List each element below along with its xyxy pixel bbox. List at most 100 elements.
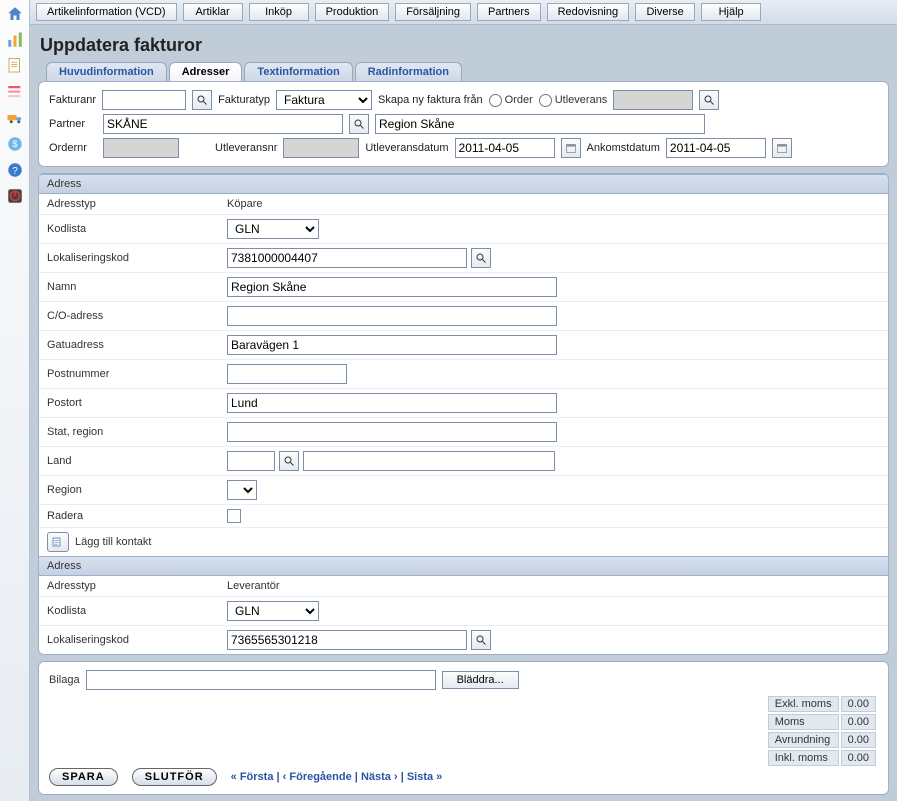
fakturatyp-select[interactable]: Faktura — [276, 90, 372, 110]
adr1-header: Adress — [39, 174, 888, 194]
truck-icon[interactable] — [4, 107, 26, 129]
adr1-co-input[interactable] — [227, 306, 557, 326]
menu-artiklar[interactable]: Artiklar — [183, 3, 243, 21]
adr2-lok-label: Lokaliseringskod — [47, 634, 227, 646]
menu-forsaljning[interactable]: Försäljning — [395, 3, 471, 21]
adr1-land-code-input[interactable] — [227, 451, 275, 471]
menu-artikelinfo[interactable]: Artikelinformation (VCD) — [36, 3, 177, 21]
add-contact-label: Lägg till kontakt — [75, 536, 151, 548]
ankdatum-label: Ankomstdatum — [587, 142, 660, 154]
currency-icon[interactable]: $ — [4, 133, 26, 155]
adr1-lok-label: Lokaliseringskod — [47, 252, 227, 264]
skapa-order-radio[interactable] — [489, 94, 502, 107]
skapa-utl-radio[interactable] — [539, 94, 552, 107]
menu-inkop[interactable]: Inköp — [249, 3, 309, 21]
adr1-typ-label: Adresstyp — [47, 198, 227, 210]
skapa-order-label: Order — [505, 94, 533, 106]
pager-prev[interactable]: ‹ Föregående — [283, 771, 352, 783]
sidebar-nav: $ ? — [0, 0, 30, 801]
ankdatum-calendar-icon[interactable] — [772, 138, 792, 158]
menu-diverse[interactable]: Diverse — [635, 3, 695, 21]
tab-huvudinformation[interactable]: Huvudinformation — [46, 62, 167, 81]
svg-text:?: ? — [12, 166, 18, 177]
adr1-land-name-input[interactable] — [303, 451, 555, 471]
adr1-lok-input[interactable] — [227, 248, 467, 268]
fakturatyp-label: Fakturatyp — [218, 94, 270, 106]
adr1-land-search-icon[interactable] — [279, 451, 299, 471]
finish-button[interactable]: SLUTFÖR — [132, 768, 217, 786]
total-exkl-label: Exkl. moms — [768, 696, 839, 712]
home-icon[interactable] — [4, 3, 26, 25]
adr1-kodlista-select[interactable]: GLN — [227, 219, 319, 239]
list-icon[interactable] — [4, 81, 26, 103]
adr1-stat-input[interactable] — [227, 422, 557, 442]
fakturanr-input[interactable] — [102, 90, 186, 110]
tab-adresser[interactable]: Adresser — [169, 62, 243, 81]
pager-next[interactable]: Nästa › — [361, 771, 398, 783]
skapa-label: Skapa ny faktura från — [378, 94, 483, 106]
adr1-postnr-label: Postnummer — [47, 368, 227, 380]
skapa-search-icon[interactable] — [699, 90, 719, 110]
save-button[interactable]: SPARA — [49, 768, 118, 786]
fakturanr-search-icon[interactable] — [192, 90, 212, 110]
menu-redovisning[interactable]: Redovisning — [547, 3, 630, 21]
pager: « Första | ‹ Föregående | Nästa › | Sist… — [231, 771, 443, 783]
total-avr-label: Avrundning — [768, 732, 839, 748]
footer-panel: Bilaga Bläddra... Exkl. moms0.00 Moms0.0… — [38, 661, 889, 795]
tab-radinformation[interactable]: Radinformation — [355, 62, 462, 81]
pager-first[interactable]: « Första — [231, 771, 274, 783]
adr1-postnr-input[interactable] — [227, 364, 347, 384]
adr1-namn-label: Namn — [47, 281, 227, 293]
tab-textinformation[interactable]: Textinformation — [244, 62, 352, 81]
bilaga-label: Bilaga — [49, 674, 80, 686]
adr1-stat-label: Stat, region — [47, 426, 227, 438]
adr1-lok-search-icon[interactable] — [471, 248, 491, 268]
menu-hjalp[interactable]: Hjälp — [701, 3, 761, 21]
skapa-ref-input — [613, 90, 693, 110]
pager-last[interactable]: Sista » — [407, 771, 442, 783]
utlnr-input — [283, 138, 359, 158]
header-panel: Fakturanr Fakturatyp Faktura Skapa ny fa… — [38, 81, 889, 167]
adr1-radera-label: Radera — [47, 510, 227, 522]
tabbar: Huvudinformation Adresser Textinformatio… — [46, 62, 889, 81]
adr1-postort-input[interactable] — [227, 393, 557, 413]
ordernr-input — [103, 138, 179, 158]
partner-name-input[interactable] — [375, 114, 705, 134]
utlnr-label: Utleveransnr — [215, 142, 277, 154]
browse-button[interactable]: Bläddra... — [442, 671, 519, 689]
total-moms-label: Moms — [768, 714, 839, 730]
add-contact-button[interactable] — [47, 532, 69, 552]
top-menu: Artikelinformation (VCD) Artiklar Inköp … — [30, 0, 897, 25]
menu-partners[interactable]: Partners — [477, 3, 541, 21]
total-exkl-value: 0.00 — [841, 696, 876, 712]
adr1-typ-value: Köpare — [227, 198, 880, 210]
adr1-region-select[interactable] — [227, 480, 257, 500]
adr1-radera-checkbox[interactable] — [227, 509, 241, 523]
menu-produktion[interactable]: Produktion — [315, 3, 390, 21]
totals-box: Exkl. moms0.00 Moms0.00 Avrundning0.00 I… — [766, 694, 878, 768]
adr1-gatu-input[interactable] — [227, 335, 557, 355]
address-scroll-panel[interactable]: Adress AdresstypKöpare KodlistaGLN Lokal… — [38, 173, 889, 655]
partner-label: Partner — [49, 118, 97, 130]
chart-bar-icon[interactable] — [4, 29, 26, 51]
bilaga-input[interactable] — [86, 670, 436, 690]
adr2-kodlista-label: Kodlista — [47, 605, 227, 617]
adr2-lok-search-icon[interactable] — [471, 630, 491, 650]
document-icon[interactable] — [4, 55, 26, 77]
help-icon[interactable]: ? — [4, 159, 26, 181]
utldatum-calendar-icon[interactable] — [561, 138, 581, 158]
ankdatum-input[interactable] — [666, 138, 766, 158]
adr2-lok-input[interactable] — [227, 630, 467, 650]
utldatum-input[interactable] — [455, 138, 555, 158]
adr1-namn-input[interactable] — [227, 277, 557, 297]
partner-search-icon[interactable] — [349, 114, 369, 134]
partner-code-input[interactable] — [103, 114, 343, 134]
utldatum-label: Utleveransdatum — [365, 142, 448, 154]
adr2-kodlista-select[interactable]: GLN — [227, 601, 319, 621]
power-icon[interactable] — [4, 185, 26, 207]
adr1-gatu-label: Gatuadress — [47, 339, 227, 351]
total-inkl-value: 0.00 — [841, 750, 876, 766]
adr1-co-label: C/O-adress — [47, 310, 227, 322]
ordernr-label: Ordernr — [49, 142, 97, 154]
adr1-kodlista-label: Kodlista — [47, 223, 227, 235]
